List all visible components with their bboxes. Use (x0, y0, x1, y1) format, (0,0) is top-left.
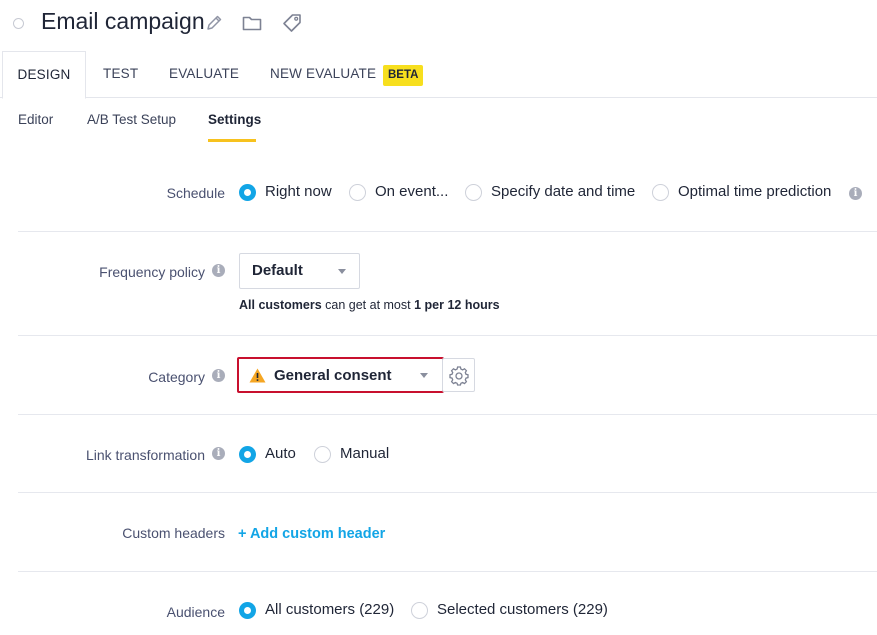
add-custom-header-link[interactable]: + Add custom header (238, 526, 385, 542)
tab-evaluate[interactable]: EVALUATE (169, 51, 239, 98)
policy-note-subject: All customers (239, 298, 322, 312)
schedule-radio-right-now[interactable] (239, 184, 256, 201)
subtab-ab-test-setup[interactable]: A/B Test Setup (87, 112, 176, 127)
tag-icon[interactable] (281, 12, 303, 34)
audience-label: Audience (166, 604, 225, 620)
page-header: Email campaign (0, 0, 877, 50)
link-transformation-radio-manual[interactable] (314, 446, 331, 463)
subtab-editor[interactable]: Editor (18, 112, 53, 127)
category-select[interactable]: General consent (237, 357, 444, 393)
tab-test[interactable]: TEST (103, 51, 138, 98)
link-transformation-info-icon[interactable]: i (212, 447, 225, 460)
optimal-time-info-icon[interactable]: i (849, 187, 862, 200)
frequency-policy-note: All customers can get at most 1 per 12 h… (239, 298, 500, 312)
schedule-option-specify-date[interactable]: Specify date and time (491, 183, 635, 200)
link-transformation-label: Link transformation (85, 447, 205, 463)
category-info-icon[interactable]: i (212, 369, 225, 382)
schedule-option-on-event[interactable]: On event... (375, 183, 448, 200)
audience-radio-all-customers[interactable] (239, 602, 256, 619)
sub-tabs: Editor A/B Test Setup Settings (0, 98, 877, 142)
warning-icon (249, 368, 266, 383)
schedule-radio-optimal-time[interactable] (652, 184, 669, 201)
frequency-policy-select[interactable]: Default (239, 253, 360, 289)
frequency-policy-row (18, 232, 877, 336)
policy-note-middle: can get at most (321, 298, 415, 312)
frequency-policy-info-icon[interactable]: i (212, 264, 225, 277)
subtab-settings[interactable]: Settings (208, 112, 261, 127)
frequency-policy-label: Frequency policy (99, 264, 205, 280)
gear-icon (449, 366, 469, 386)
link-transformation-radio-auto[interactable] (239, 446, 256, 463)
audience-option-selected-customers[interactable]: Selected customers (229) (437, 601, 608, 618)
category-value: General consent (274, 367, 392, 384)
chevron-down-icon (338, 269, 346, 274)
link-transformation-option-manual[interactable]: Manual (340, 445, 389, 462)
page-title: Email campaign (41, 8, 205, 34)
audience-radio-selected-customers[interactable] (411, 602, 428, 619)
chevron-down-icon (420, 373, 428, 378)
policy-note-limit: 1 per 12 hours (414, 298, 500, 312)
main-tabs: DESIGN TEST EVALUATE NEW EVALUATE (0, 51, 877, 99)
schedule-option-optimal-time[interactable]: Optimal time prediction (678, 183, 831, 200)
pencil-icon[interactable] (203, 12, 225, 34)
audience-option-all-customers[interactable]: All customers (229) (265, 601, 394, 618)
frequency-policy-value: Default (252, 262, 303, 279)
schedule-radio-on-event[interactable] (349, 184, 366, 201)
status-dot-icon (13, 18, 24, 29)
beta-badge: BETA (383, 65, 424, 86)
custom-headers-label: Custom headers (122, 525, 225, 541)
tab-new-evaluate[interactable]: NEW EVALUATE (270, 51, 376, 98)
schedule-option-right-now[interactable]: Right now (265, 183, 332, 200)
schedule-label: Schedule (166, 185, 225, 201)
schedule-radio-specify-date[interactable] (465, 184, 482, 201)
category-settings-button[interactable] (442, 358, 475, 392)
tab-design[interactable]: DESIGN (2, 51, 86, 99)
folder-icon[interactable] (241, 12, 263, 34)
category-label: Category (148, 369, 205, 385)
link-transformation-option-auto[interactable]: Auto (265, 445, 296, 462)
